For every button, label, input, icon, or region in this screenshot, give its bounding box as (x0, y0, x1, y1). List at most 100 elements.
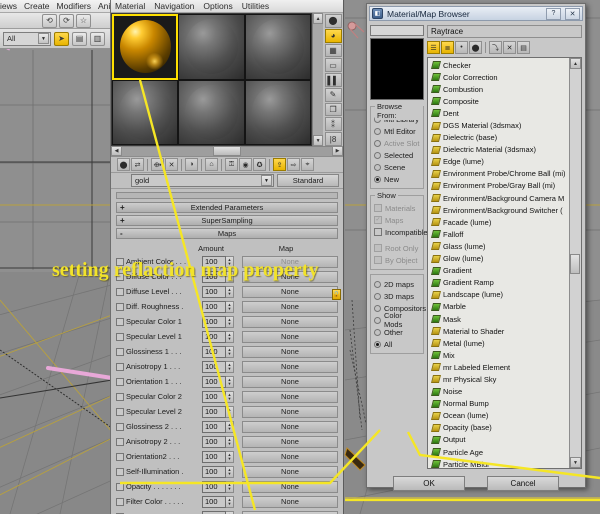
radio-icon[interactable] (374, 304, 381, 312)
browse-from-option[interactable]: Selected (374, 149, 421, 161)
map-amount-spinner[interactable]: 100 ▲ ▼ (202, 345, 234, 358)
list-item[interactable]: Composite (429, 95, 569, 107)
map-amount-input[interactable]: 100 (202, 390, 226, 403)
radio-icon[interactable] (374, 280, 381, 288)
map-enable-checkbox[interactable] (116, 407, 124, 416)
spinner-arrows-icon[interactable]: ▲▼ (226, 495, 234, 508)
map-amount-spinner[interactable]: 100 ▲ ▼ (202, 330, 234, 343)
app-toolbar-row2[interactable]: All ▼ ➤ ▤ ▥ (0, 29, 112, 49)
spinner-arrows-icon[interactable]: ▲▼ (226, 465, 234, 478)
map-amount-spinner[interactable]: 100 ▲ ▼ (202, 420, 234, 433)
show-checkbox-row[interactable]: Incompatible (374, 226, 428, 238)
map-amount-input[interactable]: 30 (202, 510, 226, 514)
scroll-down-icon[interactable]: ▼ (570, 457, 581, 468)
put-to-scene-icon[interactable]: ⇄ (131, 158, 144, 171)
get-material-icon[interactable]: ⬤ (117, 158, 130, 171)
map-slot-button[interactable]: None (242, 465, 338, 478)
selection-filter-dropdown[interactable]: All ▼ (3, 31, 51, 46)
material-name-input[interactable]: gold ▼ (131, 174, 274, 187)
list-item[interactable]: Falloff (429, 228, 569, 240)
view-list-icon[interactable]: ☰ (427, 41, 440, 54)
delete-icon[interactable]: ✕ (503, 41, 516, 54)
list-item[interactable]: Material to Shader (429, 325, 569, 337)
map-amount-input[interactable]: 100 (202, 495, 226, 508)
map-enable-checkbox[interactable] (116, 482, 124, 491)
map-enable-checkbox[interactable] (116, 467, 124, 476)
browse-from-option[interactable]: Scene (374, 161, 421, 173)
material-editor-toolbar[interactable]: ⬤ ⇄ ⟴ ✕ ◑ ⌂ ⚿ ◉ ✪ ⇪ ⇨ ⌖ (111, 157, 343, 173)
spinner-arrows-icon[interactable]: ▲▼ (226, 390, 234, 403)
map-amount-input[interactable]: 100 (202, 345, 226, 358)
map-slot-button[interactable]: None (242, 285, 338, 298)
map-slot-button[interactable]: None (242, 315, 338, 328)
map-row[interactable]: Anisotropy 1 . . . 100 ▲ ▼ None (116, 359, 338, 374)
list-item[interactable]: Marble (429, 301, 569, 313)
spinner-arrows-icon[interactable]: ▲▼ (226, 375, 234, 388)
material-type-button[interactable]: Standard (277, 174, 339, 187)
app-menu-animation[interactable]: Ani (98, 1, 110, 11)
list-item[interactable]: Dent (429, 107, 569, 119)
map-amount-spinner[interactable]: 100 ▲ ▼ (202, 300, 234, 313)
list-item[interactable]: mr Labeled Element (429, 361, 569, 373)
map-row[interactable]: Orientation 1 . . . 100 ▲ ▼ None (116, 374, 338, 389)
category-option[interactable]: Color Mods (374, 311, 421, 329)
hscroll-track[interactable] (122, 146, 213, 156)
show-end-result-icon[interactable]: ✪ (253, 158, 266, 171)
slot-horizontal-scrollbar[interactable]: ◀ ▶ (111, 146, 343, 157)
map-amount-input[interactable]: 100 (202, 330, 226, 343)
map-amount-input[interactable]: 100 (202, 450, 226, 463)
put-to-library-icon[interactable]: ⌂ (205, 158, 218, 171)
browser-list-scrollbar[interactable]: ▲ ▼ (569, 58, 581, 468)
map-row[interactable]: Glossiness 2 . . . 100 ▲ ▼ None (116, 419, 338, 434)
map-row[interactable]: Orientation2 . . . 100 ▲ ▼ None (116, 449, 338, 464)
map-slot-button[interactable]: None (242, 510, 338, 514)
list-item[interactable]: Mask (429, 313, 569, 325)
cancel-button[interactable]: Cancel (487, 475, 559, 491)
pick-material-icon[interactable]: ⌖ (301, 158, 314, 171)
map-slot-button[interactable]: None (242, 330, 338, 343)
map-slot-button[interactable]: None (242, 360, 338, 373)
material-slot-2[interactable] (178, 14, 245, 80)
map-amount-spinner[interactable]: 100 ▲ ▼ (202, 390, 234, 403)
chevron-down-icon[interactable]: ▼ (261, 175, 272, 186)
map-amount-input[interactable]: 100 (202, 300, 226, 313)
list-item[interactable]: Facade (lume) (429, 216, 569, 228)
map-amount-spinner[interactable]: 100 ▲ ▼ (202, 435, 234, 448)
material-map-browser-dialog[interactable]: ◧ Material/Map Browser ? ✕ Browse From: … (366, 3, 586, 491)
category-option[interactable]: 2D maps (374, 278, 421, 290)
map-enable-checkbox[interactable] (116, 437, 124, 446)
undo-icon[interactable]: ⟲ (42, 13, 57, 28)
map-amount-input[interactable]: 100 (202, 465, 226, 478)
scroll-up-icon[interactable]: ▲ (570, 58, 581, 69)
map-amount-spinner[interactable]: 100 ▲ ▼ (202, 375, 234, 388)
browser-list-toolbar[interactable]: ☰ ≣ • ⬤ ⤵ ✕ ▤ (427, 40, 582, 55)
map-amount-input[interactable]: 100 (202, 360, 226, 373)
material-effects-channel-icon[interactable]: ⚿ (225, 158, 238, 171)
lock-icon[interactable]: 🔒 (332, 289, 341, 300)
browse-from-option[interactable]: Mtl Editor (374, 125, 421, 137)
hscroll-track[interactable] (241, 146, 332, 156)
list-item[interactable]: DGS Material (3dsmax) (429, 119, 569, 131)
select-by-material-icon[interactable]: ⁑ (324, 117, 342, 132)
make-unique-icon[interactable]: ◑ (185, 158, 198, 171)
list-item[interactable]: Opacity (base) (429, 422, 569, 434)
map-enable-checkbox[interactable] (116, 302, 124, 311)
map-amount-spinner[interactable]: 100 ▲ ▼ (202, 495, 234, 508)
radio-icon[interactable] (374, 127, 381, 135)
map-amount-input[interactable]: 100 (202, 435, 226, 448)
scroll-left-icon[interactable]: ◀ (111, 146, 122, 156)
map-amount-spinner[interactable]: 100 ▲ ▼ (202, 450, 234, 463)
radio-icon[interactable] (374, 163, 381, 171)
list-item[interactable]: Landscape (lume) (429, 289, 569, 301)
list-item[interactable]: Combustion (429, 83, 569, 95)
map-enable-checkbox[interactable] (116, 452, 124, 461)
view-large-icon[interactable]: ⬤ (469, 41, 482, 54)
map-enable-checkbox[interactable] (116, 287, 124, 296)
list-item[interactable]: Dielectric Material (3dsmax) (429, 144, 569, 156)
ok-button[interactable]: OK (393, 475, 465, 491)
map-slot-button[interactable]: None (242, 480, 338, 493)
map-amount-spinner[interactable]: 100 ▲ ▼ (202, 315, 234, 328)
scroll-down-icon[interactable]: ▼ (313, 135, 324, 146)
browser-list-items[interactable]: Checker Color Correction Combustion Composi… (428, 58, 569, 468)
map-row[interactable]: Specular Color 2 100 ▲ ▼ None (116, 389, 338, 404)
